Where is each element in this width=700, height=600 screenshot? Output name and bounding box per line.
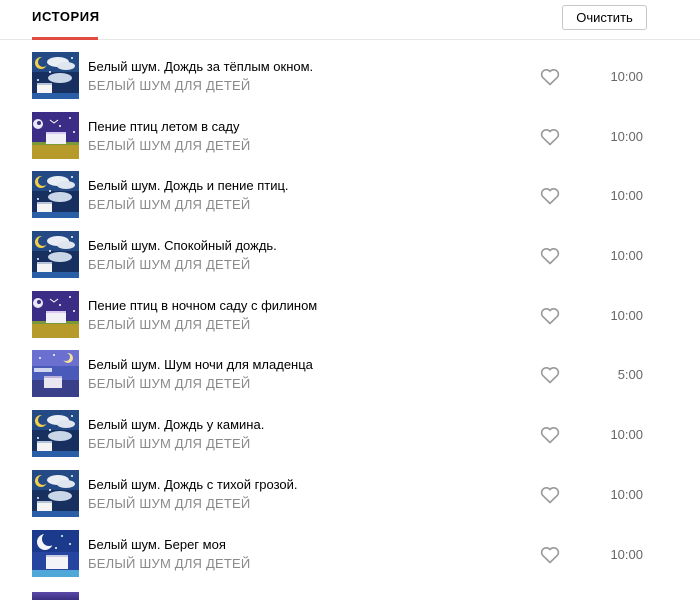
track-artist[interactable]: БЕЛЫЙ ШУМ ДЛЯ ДЕТЕЙ bbox=[88, 317, 250, 332]
track-artist[interactable]: БЕЛЫЙ ШУМ ДЛЯ ДЕТЕЙ bbox=[88, 496, 250, 511]
track-list: Белый шум. Дождь за тёплым окном. БЕЛЫЙ Ш… bbox=[0, 40, 700, 577]
track-row[interactable]: Белый шум. Дождь и пение птиц. БЕЛЫЙ ШУМ … bbox=[0, 159, 700, 219]
track-row[interactable]: Белый шум. Дождь с тихой грозой. БЕЛЫЙ ШУ… bbox=[0, 458, 700, 518]
track-row[interactable]: Белый шум. Берег моя БЕЛЫЙ ШУМ ДЛЯ ДЕТЕЙ 1… bbox=[0, 518, 700, 578]
track-title[interactable]: Белый шум. Дождь за тёплым окном. bbox=[88, 59, 313, 74]
track-cover[interactable] bbox=[32, 231, 79, 279]
track-duration: 10:00 bbox=[610, 69, 643, 84]
track-duration: 10:00 bbox=[610, 128, 643, 144]
track-title[interactable]: Белый шум. Дождь у камина. bbox=[88, 417, 264, 432]
track-row[interactable]: Белый шум. Шум ночи для младенца БЕЛЫЙ ШУ… bbox=[0, 338, 700, 398]
track-title[interactable]: Белый шум. Спокойный дождь. bbox=[88, 238, 277, 253]
heart-icon[interactable] bbox=[540, 128, 560, 146]
track-row[interactable]: Белый шум. Дождь у камина. БЕЛЫЙ ШУМ ДЛЯ … bbox=[0, 398, 700, 458]
track-artist[interactable]: БЕЛЫЙ ШУМ ДЛЯ ДЕТЕЙ bbox=[88, 197, 250, 212]
track-artist[interactable]: БЕЛЫЙ ШУМ ДЛЯ ДЕТЕЙ bbox=[88, 376, 250, 391]
heart-icon[interactable] bbox=[540, 486, 560, 504]
track-title[interactable]: Белый шум. Берег моя bbox=[88, 537, 226, 552]
track-cover[interactable] bbox=[32, 410, 79, 458]
track-row[interactable]: Пение птиц летом в саду БЕЛЫЙ ШУМ ДЛЯ ДЕТ… bbox=[0, 100, 700, 160]
track-cover[interactable] bbox=[32, 171, 79, 219]
track-artist[interactable]: БЕЛЫЙ ШУМ ДЛЯ ДЕТЕЙ bbox=[88, 436, 250, 451]
tab-history[interactable]: ИСТОРИЯ bbox=[32, 9, 100, 24]
track-cover[interactable] bbox=[32, 529, 79, 577]
track-artist[interactable]: БЕЛЫЙ ШУМ ДЛЯ ДЕТЕЙ bbox=[88, 257, 250, 272]
track-title[interactable]: Пение птиц в ночном саду с филином bbox=[88, 298, 317, 313]
heart-icon[interactable] bbox=[540, 187, 560, 205]
track-row[interactable]: Белый шум. Дождь за тёплым окном. БЕЛЫЙ Ш… bbox=[0, 40, 700, 100]
heart-icon[interactable] bbox=[540, 247, 560, 265]
track-artist[interactable]: БЕЛЫЙ ШУМ ДЛЯ ДЕТЕЙ bbox=[88, 556, 250, 571]
track-cover[interactable] bbox=[32, 111, 79, 159]
heart-icon[interactable] bbox=[540, 546, 560, 564]
track-duration: 10:00 bbox=[610, 427, 643, 443]
track-title[interactable]: Белый шум. Шум ночи для младенца bbox=[88, 357, 313, 372]
track-cover[interactable] bbox=[32, 52, 79, 99]
track-duration: 10:00 bbox=[610, 188, 643, 204]
track-duration: 10:00 bbox=[610, 546, 643, 562]
track-cover[interactable] bbox=[32, 350, 79, 398]
clear-history-button[interactable]: Очистить bbox=[562, 5, 647, 30]
partial-cover bbox=[32, 592, 79, 600]
track-title[interactable]: Белый шум. Дождь и пение птиц. bbox=[88, 178, 289, 193]
track-cover[interactable] bbox=[32, 469, 79, 517]
history-header: ИСТОРИЯ Очистить bbox=[0, 0, 700, 40]
track-cover[interactable] bbox=[32, 290, 79, 338]
track-duration: 10:00 bbox=[610, 248, 643, 264]
track-row[interactable]: Белый шум. Спокойный дождь. БЕЛЫЙ ШУМ ДЛЯ… bbox=[0, 219, 700, 279]
track-title[interactable]: Пение птиц летом в саду bbox=[88, 119, 239, 134]
track-duration: 10:00 bbox=[610, 307, 643, 323]
track-title[interactable]: Белый шум. Дождь с тихой грозой. bbox=[88, 477, 298, 492]
track-artist[interactable]: БЕЛЫЙ ШУМ ДЛЯ ДЕТЕЙ bbox=[88, 138, 250, 153]
heart-icon[interactable] bbox=[540, 426, 560, 444]
track-duration: 10:00 bbox=[610, 486, 643, 502]
heart-icon[interactable] bbox=[540, 366, 560, 384]
track-row[interactable]: Пение птиц в ночном саду с филином БЕЛЫЙ … bbox=[0, 279, 700, 339]
track-artist[interactable]: БЕЛЫЙ ШУМ ДЛЯ ДЕТЕЙ bbox=[88, 78, 250, 93]
track-duration: 5:00 bbox=[617, 367, 643, 383]
heart-icon[interactable] bbox=[540, 68, 560, 86]
heart-icon[interactable] bbox=[540, 307, 560, 325]
